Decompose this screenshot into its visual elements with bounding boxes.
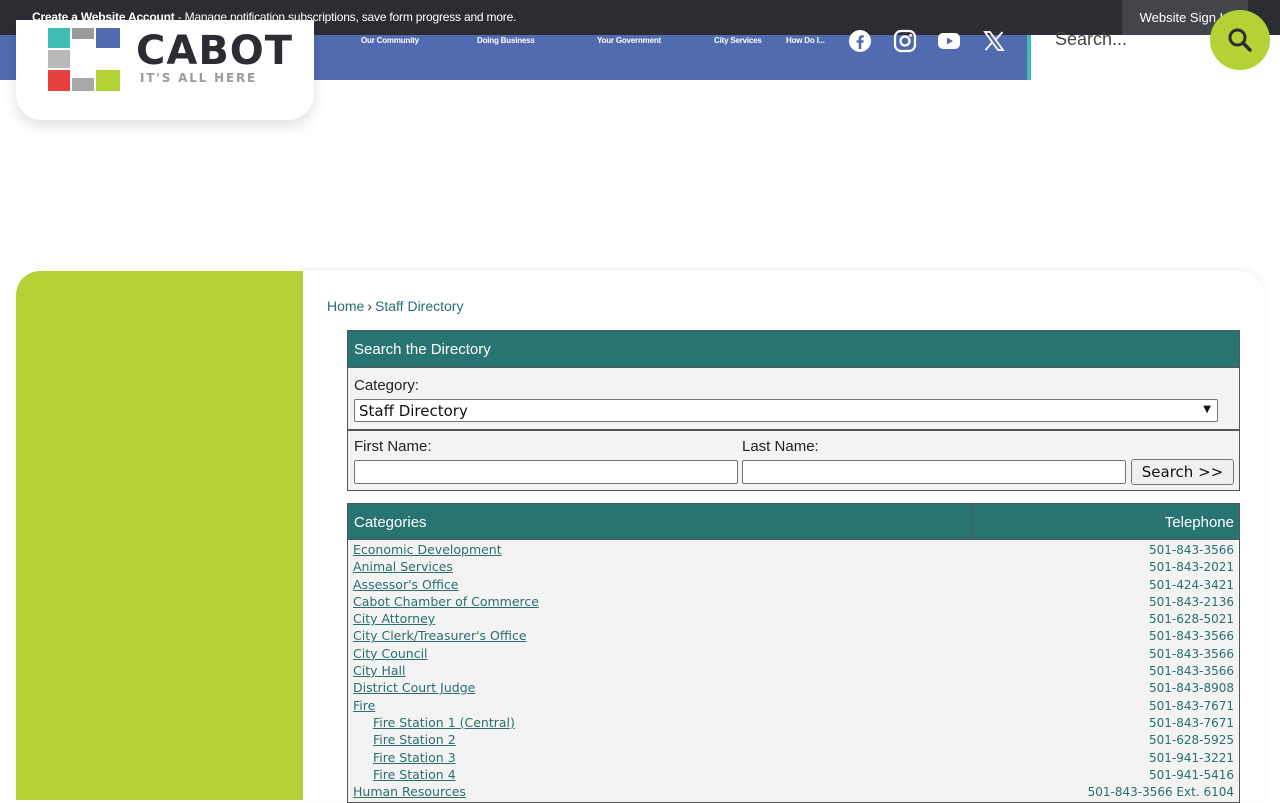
- left-sidebar: [16, 271, 303, 800]
- category-phone: 501-843-3566: [1148, 646, 1234, 661]
- last-name-input[interactable]: [742, 460, 1126, 484]
- category-link[interactable]: City Hall: [353, 663, 405, 678]
- category-phone: 501-843-3566: [1148, 629, 1234, 644]
- table-row: Fire 501-843-7671: [348, 698, 1239, 715]
- facebook-icon[interactable]: [848, 29, 872, 53]
- table-row: City Clerk/Treasurer's Office 501-843-356…: [348, 628, 1239, 645]
- table-row: Animal Services 501-843-2021: [348, 559, 1239, 576]
- category-link[interactable]: Animal Services: [353, 559, 453, 574]
- table-row: Economic Development 501-843-3566: [348, 542, 1239, 559]
- category-phone: 501-843-7671: [1148, 698, 1234, 713]
- nav-your-government[interactable]: Your Government: [597, 36, 661, 45]
- nav-our-community[interactable]: Our Community: [361, 36, 419, 45]
- directory-search-title: Search the Directory: [348, 331, 1239, 368]
- category-phone: 501-843-2021: [1148, 560, 1234, 575]
- category-select-value: Staff Directory: [359, 402, 468, 420]
- breadcrumb-home-link[interactable]: Home: [327, 298, 364, 314]
- youtube-icon[interactable]: [937, 29, 961, 53]
- category-link[interactable]: City Council: [353, 646, 428, 661]
- category-phone: 501-843-3566 Ext. 6104: [1087, 785, 1234, 800]
- categories-table-header: Categories Telephone: [348, 504, 1239, 540]
- site-search-input[interactable]: Search...: [1055, 29, 1127, 50]
- search-icon: [1228, 28, 1252, 52]
- table-row: Fire Station 3 501-941-3221: [348, 750, 1239, 767]
- category-phone: 501-843-2136: [1148, 594, 1234, 609]
- table-row: Cabot Chamber of Commerce 501-843-2136: [348, 594, 1239, 611]
- x-twitter-icon[interactable]: [982, 29, 1006, 53]
- breadcrumb: Home › Staff Directory: [327, 298, 463, 314]
- instagram-icon[interactable]: [893, 29, 917, 53]
- nav-city-services[interactable]: City Services: [714, 36, 762, 45]
- categories-rows: Economic Development 501-843-3566 Animal S…: [348, 542, 1239, 801]
- category-link[interactable]: Cabot Chamber of Commerce: [353, 594, 539, 609]
- category-phone: 501-628-5925: [1148, 733, 1234, 748]
- category-link[interactable]: City Attorney: [353, 611, 435, 626]
- breadcrumb-separator: ›: [367, 298, 373, 314]
- category-link[interactable]: District Court Judge: [353, 680, 475, 695]
- category-phone: 501-843-3566: [1148, 543, 1234, 557]
- category-phone: 501-941-3221: [1148, 750, 1234, 765]
- category-link[interactable]: Fire Station 2: [373, 732, 456, 747]
- breadcrumb-current-link[interactable]: Staff Directory: [375, 298, 463, 314]
- nav-how-do-i[interactable]: How Do I...: [786, 36, 825, 45]
- category-link[interactable]: Human Resources: [353, 784, 466, 799]
- chevron-down-icon: ▼: [1203, 404, 1211, 415]
- category-link[interactable]: Economic Development: [353, 542, 502, 557]
- table-row: Assessor's Office 501-424-3421: [348, 577, 1239, 594]
- category-select[interactable]: Staff Directory ▼: [354, 399, 1218, 422]
- form-divider: [348, 429, 1239, 431]
- category-link[interactable]: Fire Station 3: [373, 750, 456, 765]
- telephone-column-header: Telephone: [1164, 514, 1234, 531]
- nav-doing-business[interactable]: Doing Business: [477, 36, 535, 45]
- category-link[interactable]: Fire Station 1 (Central): [373, 715, 515, 730]
- first-name-label: First Name:: [354, 438, 432, 455]
- category-link[interactable]: Fire: [353, 698, 375, 713]
- table-row: City Council 501-843-3566: [348, 646, 1239, 663]
- categories-column-header: Categories: [354, 514, 427, 531]
- table-row: District Court Judge 501-843-8908: [348, 680, 1239, 697]
- table-row: Fire Station 4 501-941-5416: [348, 767, 1239, 784]
- logo-wordmark: CABOT: [136, 28, 294, 74]
- logo-tagline: IT'S ALL HERE: [140, 71, 257, 85]
- directory-search-box: Search the Directory Category: Staff Dir…: [347, 330, 1240, 491]
- category-phone: 501-843-8908: [1148, 681, 1234, 696]
- header-divider: [972, 504, 973, 540]
- category-phone: 501-941-5416: [1148, 767, 1234, 782]
- header-accent-edge: [1027, 35, 1031, 80]
- first-name-input[interactable]: [354, 460, 738, 484]
- category-phone: 501-628-5021: [1148, 612, 1234, 627]
- table-row: City Attorney 501-628-5021: [348, 611, 1239, 628]
- category-link[interactable]: Assessor's Office: [353, 577, 459, 592]
- site-search-button[interactable]: [1210, 10, 1270, 70]
- directory-search-button[interactable]: Search >>: [1131, 459, 1234, 485]
- table-row: Human Resources 501-843-3566 Ext. 6104: [348, 784, 1239, 801]
- category-link[interactable]: Fire Station 4: [373, 767, 456, 782]
- cabot-logo-icon[interactable]: [48, 28, 120, 91]
- category-phone: 501-424-3421: [1148, 577, 1234, 592]
- categories-table: Categories Telephone Economic Developmen…: [347, 503, 1240, 803]
- table-row: City Hall 501-843-3566: [348, 663, 1239, 680]
- category-link[interactable]: City Clerk/Treasurer's Office: [353, 628, 527, 643]
- category-phone: 501-843-3566: [1148, 664, 1234, 679]
- table-row: Fire Station 1 (Central) 501-843-7671: [348, 715, 1239, 732]
- category-label: Category:: [354, 377, 420, 394]
- last-name-label: Last Name:: [742, 438, 819, 455]
- table-row: Fire Station 2 501-628-5925: [348, 732, 1239, 749]
- category-phone: 501-843-7671: [1148, 715, 1234, 730]
